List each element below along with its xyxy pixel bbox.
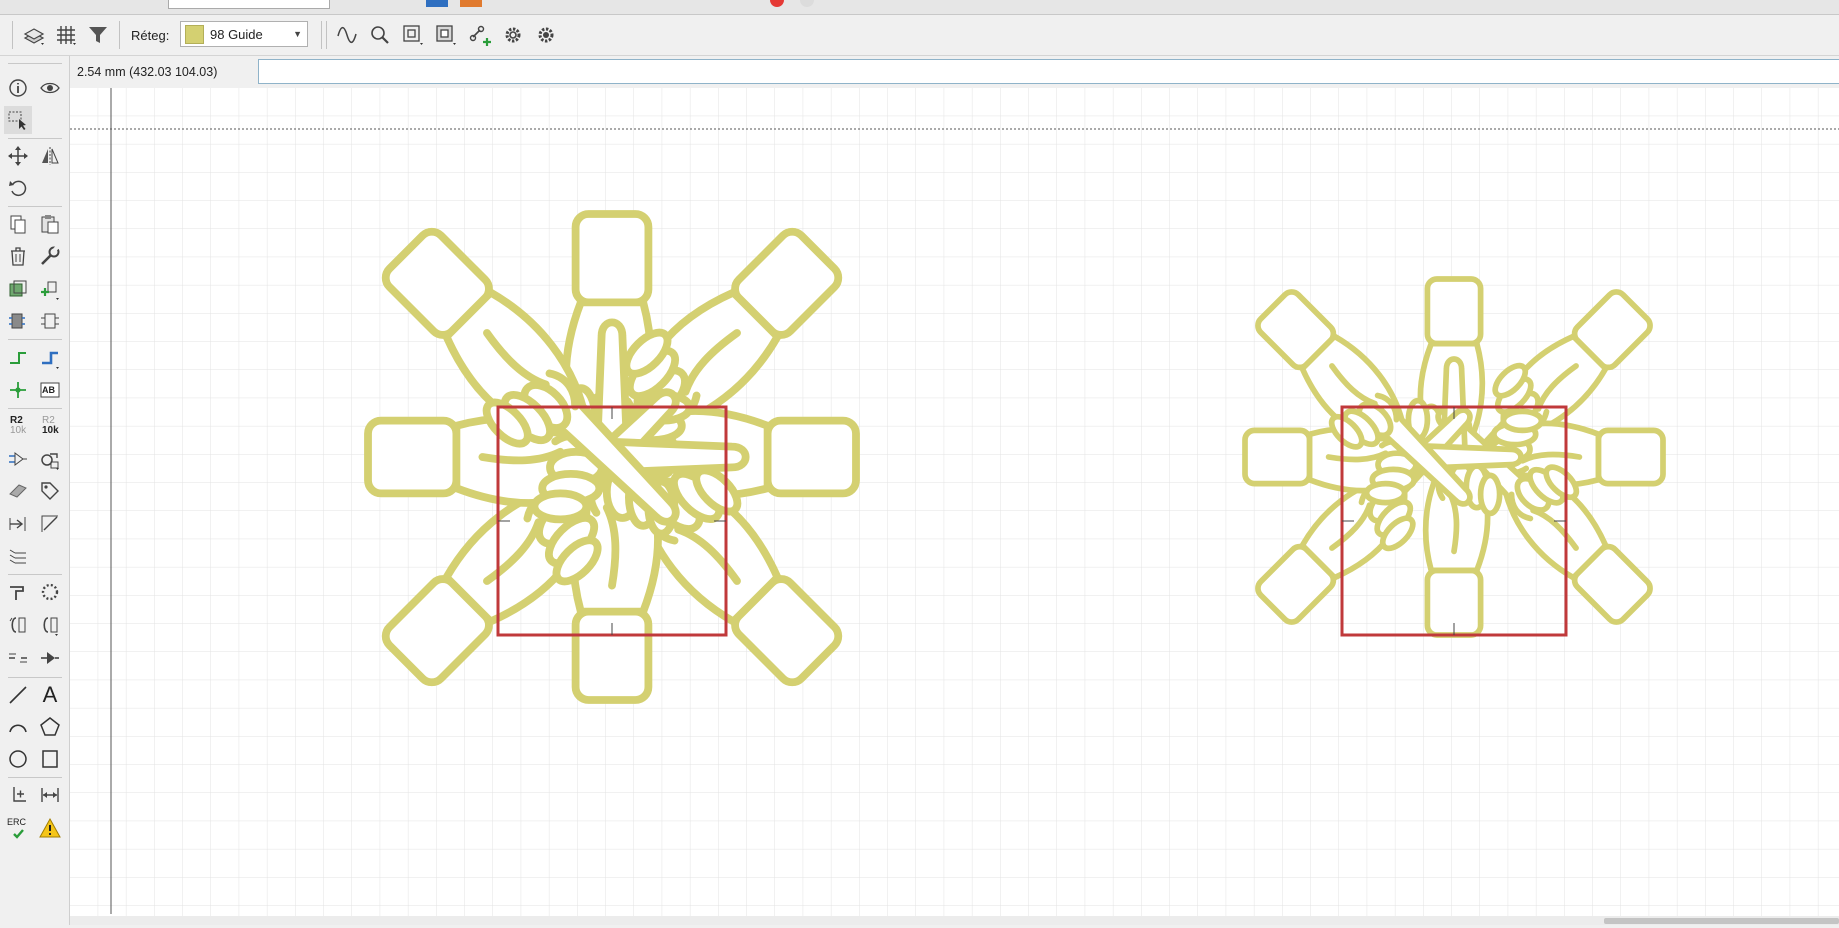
top-search-field[interactable] [168, 0, 330, 9]
stamp-icon[interactable] [4, 477, 32, 505]
component-value-text-2: 10k [42, 425, 59, 436]
net-label-text: AB [42, 385, 55, 395]
main-toolbar: Réteg: 98 Guide ▼ [0, 15, 1839, 56]
layer-label: Réteg: [131, 28, 170, 43]
junction-icon[interactable] [4, 376, 32, 404]
toolbar-separator [8, 138, 62, 139]
arc-icon[interactable] [4, 713, 32, 741]
part-icon[interactable] [4, 307, 32, 335]
ring-icon[interactable] [36, 578, 64, 606]
paste-icon[interactable] [36, 210, 64, 238]
gear-2-icon[interactable] [532, 21, 560, 49]
toolbar-separator [8, 339, 62, 340]
toolbar-separator [12, 21, 13, 49]
copy-icon[interactable] [4, 210, 32, 238]
toolbar-separator [8, 777, 62, 778]
dimension-icon[interactable] [36, 781, 64, 809]
info-icon[interactable] [4, 74, 32, 102]
status-row: 2.54 mm (432.03 104.03) [70, 56, 1839, 88]
gate-2-icon[interactable] [36, 611, 64, 639]
toolbar-separator [8, 63, 62, 64]
select-icon[interactable] [4, 106, 32, 134]
toolbar-separator [321, 21, 322, 49]
scrollbar-thumb[interactable] [1604, 918, 1839, 924]
tag-icon[interactable] [36, 477, 64, 505]
horizontal-scrollbar[interactable] [70, 916, 1839, 925]
symbol-table-icon[interactable] [4, 275, 32, 303]
guide-group-right[interactable] [1241, 275, 1668, 640]
layer-select[interactable]: 98 Guide ▼ [180, 21, 308, 47]
toolbar-separator [326, 21, 327, 49]
text-tool-button[interactable]: A [36, 681, 64, 709]
erc-button[interactable]: ERC [4, 814, 32, 842]
rotate-icon[interactable] [4, 174, 32, 202]
pin-icon[interactable] [4, 510, 32, 538]
mirror-icon[interactable] [36, 142, 64, 170]
bus-icon[interactable] [36, 344, 64, 372]
top-strip [0, 0, 1839, 15]
bus-entry-icon[interactable] [4, 542, 32, 570]
move-icon[interactable] [4, 142, 32, 170]
wire-icon[interactable] [4, 344, 32, 372]
polygon-icon[interactable] [36, 713, 64, 741]
schematic-canvas[interactable] [70, 88, 1839, 925]
left-toolbar: AB R2 10k R2 10k A ERC [0, 56, 70, 925]
zoom-icon[interactable] [366, 21, 394, 49]
toolbar-separator [8, 408, 62, 409]
net-label-button[interactable]: AB [36, 376, 64, 404]
add-link-icon[interactable] [466, 21, 494, 49]
layer-select-value: 98 Guide [210, 26, 263, 42]
component-value-button[interactable]: R2 10k [36, 412, 64, 440]
toolbar-separator [8, 206, 62, 207]
command-input[interactable] [258, 59, 1839, 84]
circle-icon[interactable] [4, 745, 32, 773]
display-options-2-icon[interactable] [432, 21, 460, 49]
add-symbol-icon[interactable] [36, 275, 64, 303]
color-icon[interactable] [426, 0, 448, 7]
annotate-icon[interactable] [4, 445, 32, 473]
filter-icon[interactable] [84, 21, 112, 49]
sine-wave-icon[interactable] [333, 21, 361, 49]
delete-icon[interactable] [4, 242, 32, 270]
stop-icon[interactable] [800, 0, 814, 7]
gate-icon[interactable] [4, 611, 32, 639]
toolbar-separator [119, 21, 120, 49]
chevron-down-icon: ▼ [293, 29, 302, 39]
anchor-icon[interactable] [4, 781, 32, 809]
eye-icon[interactable] [36, 74, 64, 102]
toolbar-separator [8, 677, 62, 678]
grid-icon[interactable] [52, 21, 80, 49]
component-name-button[interactable]: R2 10k [4, 412, 32, 440]
layer-color-swatch [185, 24, 204, 44]
coordinate-readout: 2.54 mm (432.03 104.03) [77, 65, 218, 79]
line-icon[interactable] [4, 681, 32, 709]
diagonal-line-icon[interactable] [36, 510, 64, 538]
drawing-canvas[interactable] [70, 88, 1839, 925]
layers-icon[interactable] [20, 21, 48, 49]
part-outline-icon[interactable] [36, 307, 64, 335]
component-value-text: 10k [10, 425, 27, 436]
connector-icon[interactable] [4, 578, 32, 606]
gear-icon[interactable] [499, 21, 527, 49]
color-2-icon[interactable] [460, 0, 482, 7]
rectangle-icon[interactable] [36, 745, 64, 773]
invoke-icon[interactable] [36, 644, 64, 672]
text-tool-glyph: A [42, 682, 58, 707]
toolbar-separator [8, 574, 62, 575]
warning-icon[interactable] [36, 814, 64, 842]
guide-group-left[interactable] [362, 208, 862, 706]
record-icon[interactable] [770, 0, 784, 7]
split-icon[interactable] [4, 644, 32, 672]
display-options-icon[interactable] [399, 21, 427, 49]
renumber-icon[interactable] [36, 445, 64, 473]
wrench-icon[interactable] [36, 242, 64, 270]
